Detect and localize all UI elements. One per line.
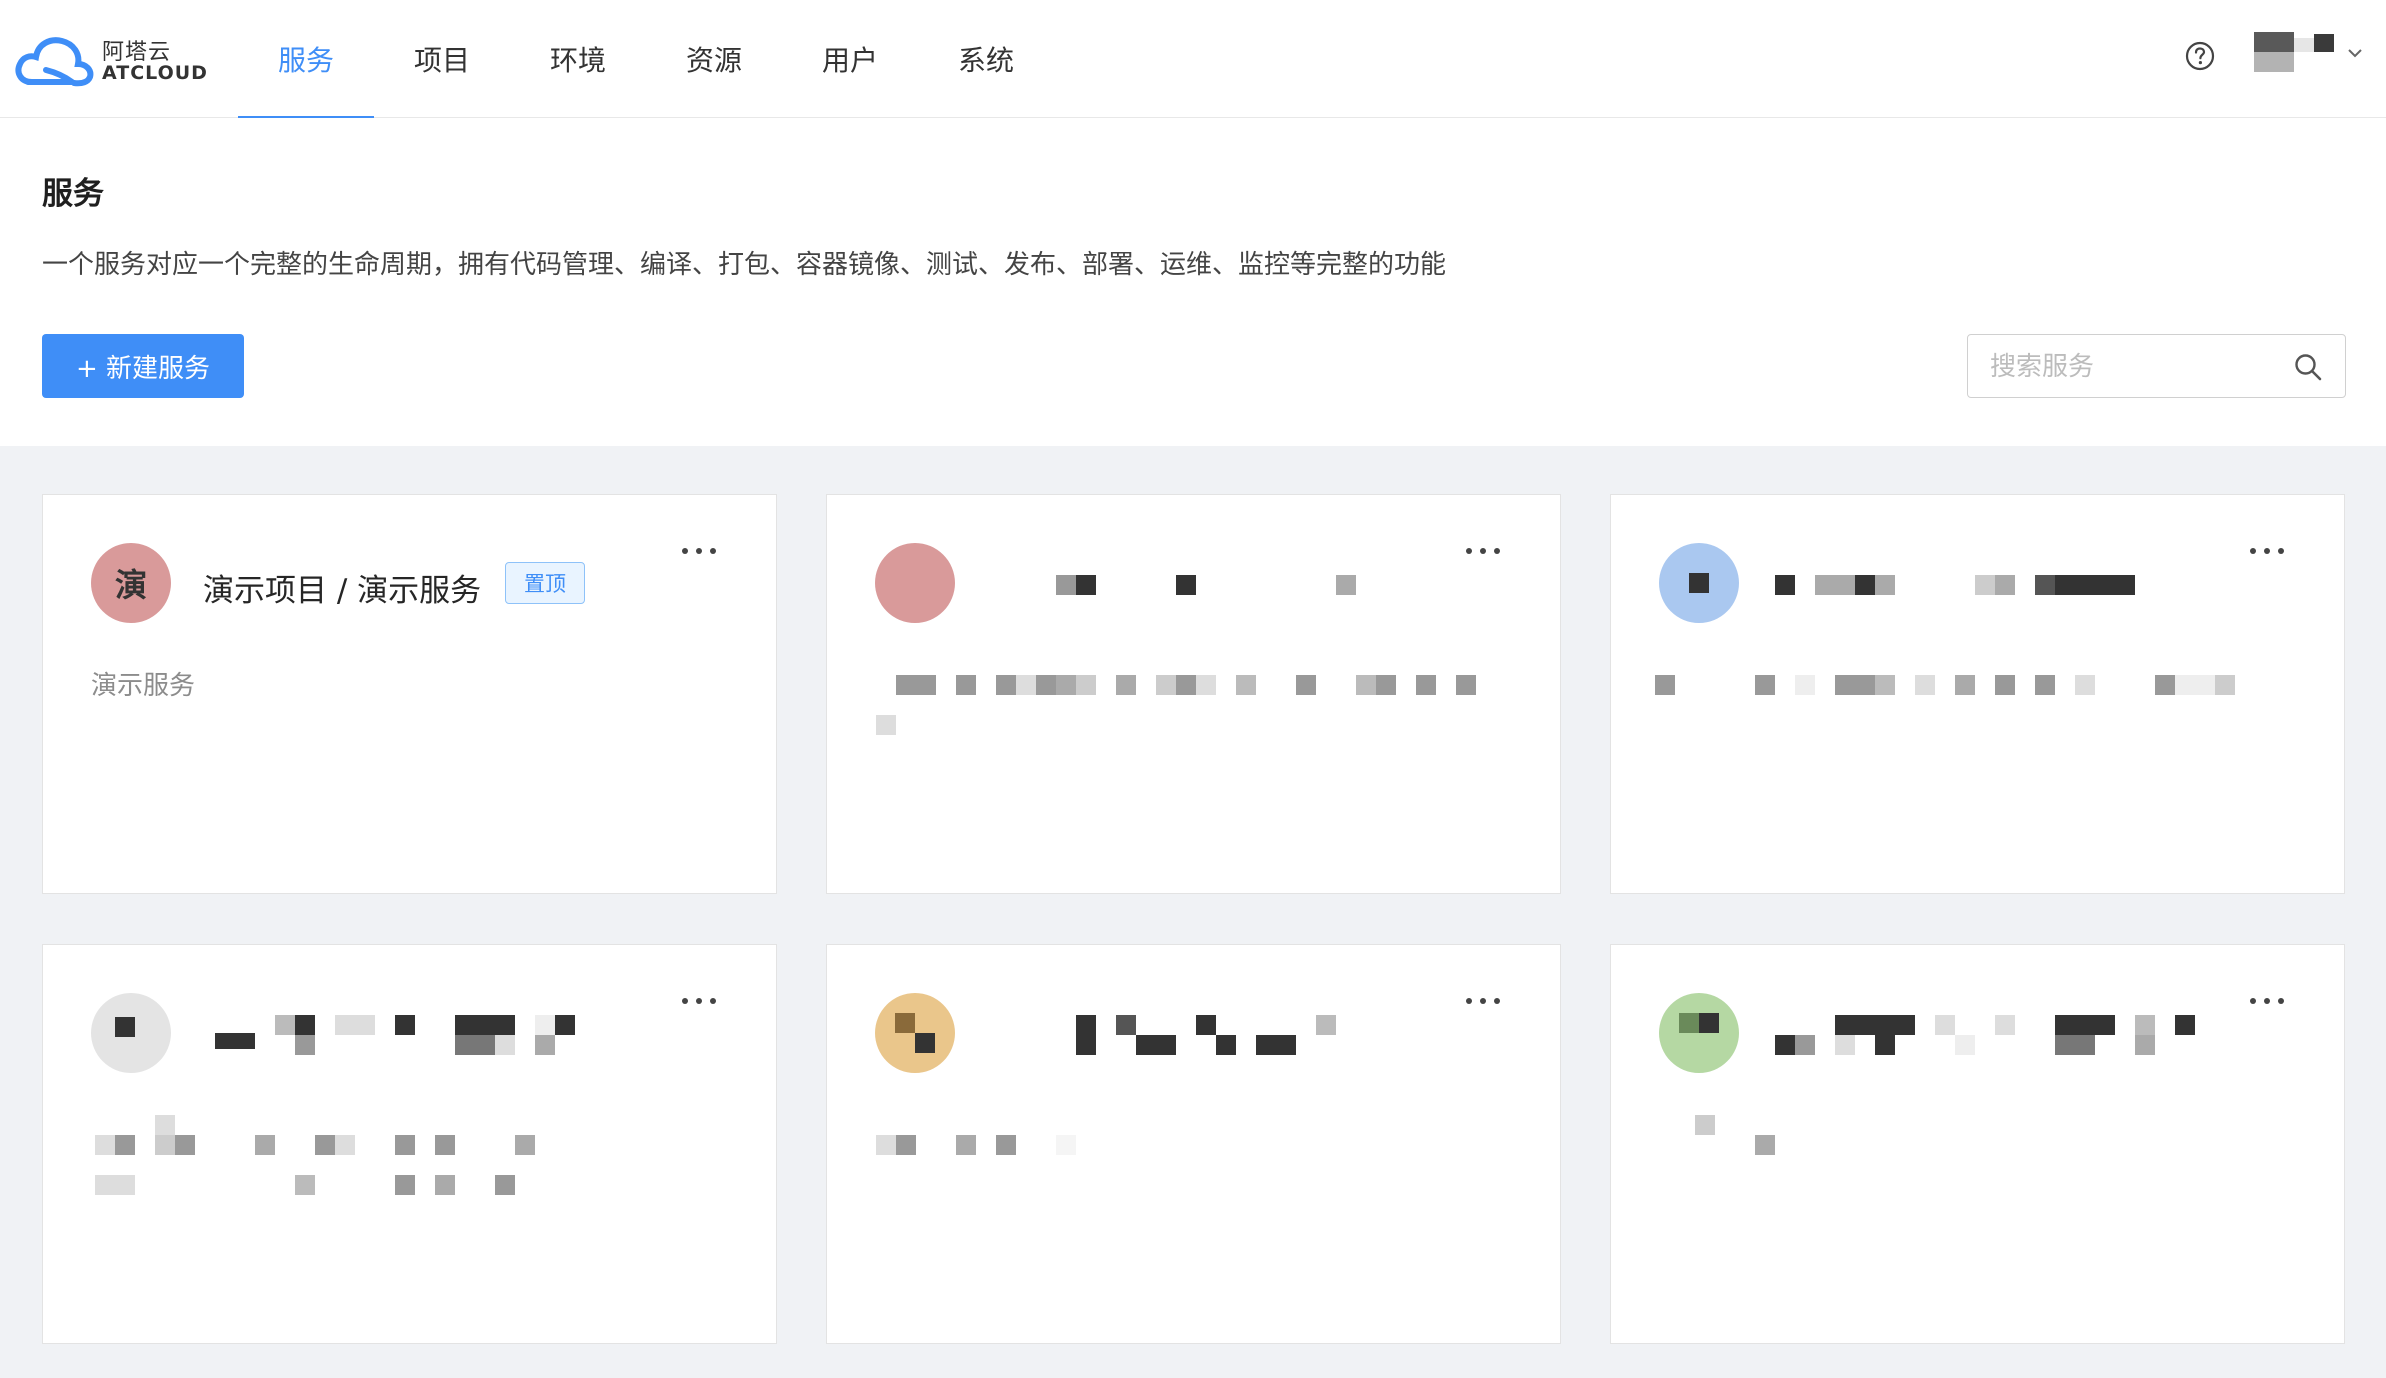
nav-tab-services[interactable]: 服务 — [238, 0, 374, 120]
more-actions-icon[interactable] — [673, 539, 725, 563]
service-description: 演示服务 — [91, 671, 196, 701]
cloud-logo-icon — [15, 37, 94, 87]
nav-tab-projects[interactable]: 项目 — [374, 0, 510, 118]
service-avatar — [91, 993, 171, 1073]
nav-tab-environments[interactable]: 环境 — [510, 0, 646, 118]
service-card[interactable] — [826, 494, 1561, 894]
nav-tab-system[interactable]: 系统 — [918, 0, 1054, 118]
more-actions-icon[interactable] — [1457, 539, 1509, 563]
service-title[interactable]: 演示项目 / 演示服务 — [203, 565, 481, 610]
page-header-section: 服务 一个服务对应一个完整的生命周期，拥有代码管理、编译、打包、容器镜像、测试、… — [0, 118, 2386, 446]
service-avatar — [1659, 993, 1739, 1073]
page-title: 服务 — [42, 176, 104, 212]
more-actions-icon[interactable] — [2241, 989, 2293, 1013]
service-avatar-text: 演 — [114, 566, 147, 604]
service-card[interactable] — [826, 944, 1561, 1344]
chevron-down-icon[interactable] — [2346, 46, 2364, 60]
more-actions-icon[interactable] — [2241, 539, 2293, 563]
top-navigation-bar: 阿塔云 ATCLOUD 服务 项目 环境 资源 用户 系统 — [0, 0, 2386, 120]
service-search-box[interactable] — [1967, 334, 2346, 398]
more-actions-icon[interactable] — [673, 989, 725, 1013]
service-avatar — [875, 543, 955, 623]
service-card[interactable]: 演 演示项目 / 演示服务 置顶 演示服务 — [42, 494, 777, 894]
service-avatar — [1659, 543, 1739, 623]
brand-logo[interactable]: 阿塔云 ATCLOUD — [14, 28, 224, 92]
brand-name-en: ATCLOUD — [102, 62, 208, 84]
main-nav: 服务 项目 环境 资源 用户 系统 — [238, 0, 1054, 120]
new-service-button[interactable]: + 新建服务 — [42, 334, 244, 398]
question-circle-icon[interactable] — [2184, 40, 2216, 72]
service-card[interactable] — [1610, 944, 2345, 1344]
page-description: 一个服务对应一个完整的生命周期，拥有代码管理、编译、打包、容器镜像、测试、发布、… — [42, 250, 1447, 280]
pinned-tag: 置顶 — [505, 562, 585, 604]
nav-tab-users[interactable]: 用户 — [782, 0, 918, 118]
service-avatar — [875, 993, 955, 1073]
user-avatar[interactable] — [2254, 32, 2334, 74]
service-avatar: 演 — [91, 543, 171, 623]
nav-tab-resources[interactable]: 资源 — [646, 0, 782, 118]
service-card[interactable] — [1610, 494, 2345, 894]
service-card[interactable] — [42, 944, 777, 1344]
more-actions-icon[interactable] — [1457, 989, 1509, 1013]
search-icon[interactable] — [2292, 351, 2324, 383]
search-input[interactable] — [1990, 347, 2280, 387]
